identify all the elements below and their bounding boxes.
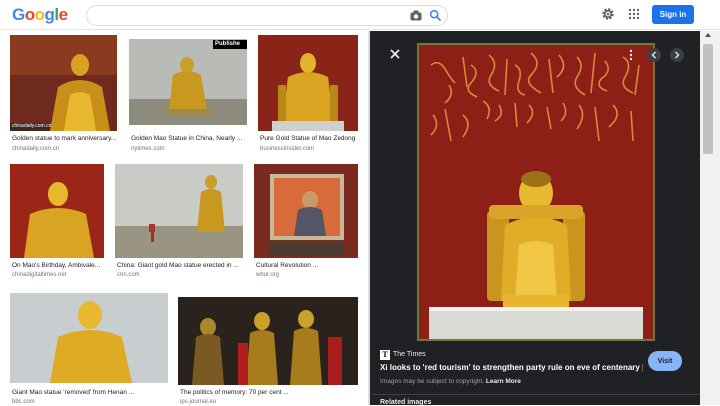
google-logo[interactable]: Google bbox=[12, 5, 68, 25]
logo-letter: e bbox=[58, 5, 68, 24]
scrollbar-thumb[interactable] bbox=[703, 44, 713, 154]
visit-button[interactable]: Visit bbox=[648, 351, 682, 371]
result-caption[interactable]: Golden statue to mark anniversary... bbox=[12, 135, 116, 142]
preview-title[interactable]: Xi looks to 'red tourism' to strengthen … bbox=[380, 363, 643, 372]
logo-letter: o bbox=[34, 5, 45, 24]
result-tile[interactable]: On Mao's Birthday, Ambivale... chinadigi… bbox=[10, 164, 104, 280]
result-tile[interactable]: Pure Gold Statue of Mao Zedong businessi… bbox=[258, 35, 358, 155]
result-tile[interactable]: Publishe Golden Mao Statue in China, Nea… bbox=[129, 39, 247, 155]
source-logo: T bbox=[380, 350, 390, 360]
result-thumbnail[interactable] bbox=[178, 297, 358, 385]
result-caption[interactable]: Cultural Revolution ... bbox=[256, 262, 318, 269]
more-icon[interactable] bbox=[626, 49, 636, 61]
result-caption[interactable]: China: Giant gold Mao statue erected in … bbox=[117, 262, 239, 269]
result-thumbnail[interactable] bbox=[115, 164, 243, 258]
result-source: chinadigitaltimes.net bbox=[12, 272, 67, 278]
chevron-left-icon[interactable] bbox=[647, 48, 661, 62]
thumbnail-watermark: chinadaily.com.cn bbox=[12, 123, 52, 129]
result-source: cnn.com bbox=[117, 272, 140, 278]
result-source: bbc.com bbox=[12, 399, 35, 405]
copyright-note: Images may be subject to copyright. Lear… bbox=[380, 378, 521, 385]
top-bar: Google Sign in bbox=[0, 0, 720, 30]
logo-letter: o bbox=[24, 5, 35, 24]
panel-divider bbox=[372, 394, 700, 395]
chevron-right-icon[interactable] bbox=[670, 48, 684, 62]
result-source: ips-journal.eu bbox=[180, 399, 217, 405]
result-thumbnail[interactable] bbox=[258, 35, 358, 131]
result-thumbnail[interactable] bbox=[10, 164, 104, 258]
source-name[interactable]: The Times bbox=[393, 351, 426, 358]
result-source: nytimes.com bbox=[131, 146, 165, 152]
result-caption[interactable]: On Mao's Birthday, Ambivale... bbox=[12, 262, 100, 269]
result-tile[interactable]: The politics of memory: 70 per cent ... … bbox=[178, 297, 358, 405]
result-source: wbur.org bbox=[256, 272, 280, 278]
image-results-grid: chinadaily.com.cn Golden statue to mark … bbox=[0, 31, 368, 405]
search-icon[interactable] bbox=[429, 9, 442, 22]
result-thumbnail[interactable]: Publishe bbox=[129, 39, 247, 125]
preview-image[interactable] bbox=[417, 43, 655, 341]
search-input[interactable] bbox=[97, 8, 397, 23]
result-thumbnail[interactable] bbox=[10, 293, 168, 383]
camera-icon[interactable] bbox=[410, 10, 422, 21]
apps-icon[interactable] bbox=[628, 8, 640, 20]
result-tile[interactable]: chinadaily.com.cn Golden statue to mark … bbox=[10, 35, 117, 155]
result-caption[interactable]: Giant Mao statue 'removed' from Henan ..… bbox=[12, 389, 134, 396]
result-source: businessinsider.com bbox=[260, 146, 315, 152]
close-icon[interactable] bbox=[388, 47, 402, 61]
result-tile[interactable]: Giant Mao statue 'removed' from Henan ..… bbox=[10, 293, 168, 405]
result-caption[interactable]: Pure Gold Statue of Mao Zedong bbox=[260, 135, 355, 142]
result-source: chinadaily.com.cn bbox=[12, 146, 60, 152]
result-tile[interactable]: China: Giant gold Mao statue erected in … bbox=[115, 164, 243, 280]
result-tile[interactable]: Cultural Revolution ... wbur.org bbox=[254, 164, 358, 280]
logo-letter: g bbox=[44, 5, 55, 24]
logo-letter: G bbox=[12, 5, 25, 24]
result-caption[interactable]: Golden Mao Statue in China, Nearly ... bbox=[131, 135, 242, 142]
sign-in-button[interactable]: Sign in bbox=[652, 5, 694, 24]
copyright-text: Images may be subject to copyright. bbox=[380, 378, 485, 385]
result-thumbnail[interactable]: chinadaily.com.cn bbox=[10, 35, 117, 131]
scroll-up-icon[interactable] bbox=[705, 33, 711, 37]
learn-more-link[interactable]: Learn More bbox=[486, 378, 521, 385]
search-box[interactable] bbox=[86, 5, 448, 26]
result-thumbnail[interactable] bbox=[254, 164, 358, 258]
thumbnail-watermark: Publishe bbox=[213, 40, 247, 49]
result-caption[interactable]: The politics of memory: 70 per cent ... bbox=[180, 389, 289, 396]
gear-icon[interactable] bbox=[601, 7, 615, 21]
